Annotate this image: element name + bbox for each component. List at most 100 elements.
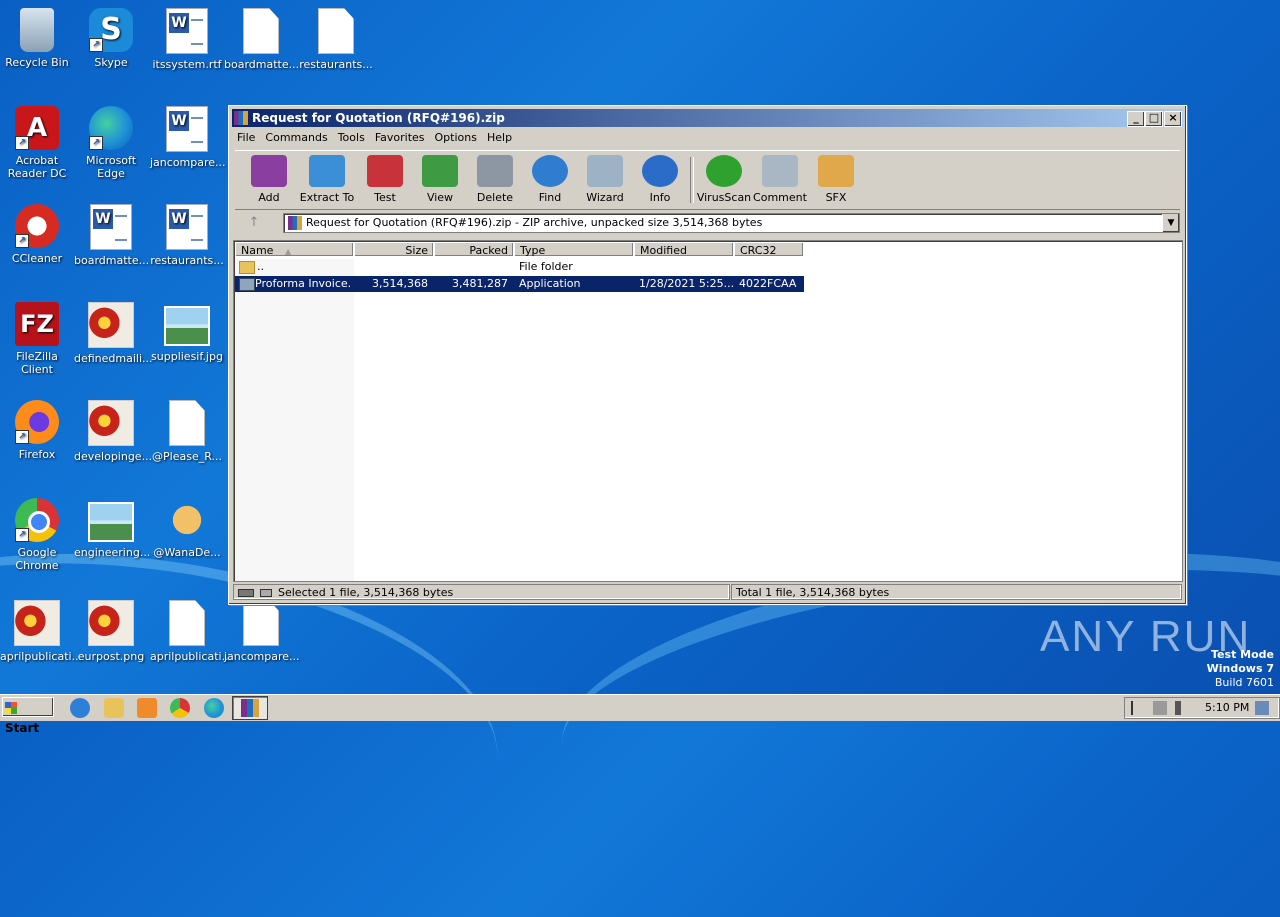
toolbar-label: Extract To	[299, 191, 355, 204]
file-explorer-icon[interactable]	[104, 698, 124, 718]
flower-image-icon	[88, 600, 134, 646]
toolbar-delete-button[interactable]: Delete	[467, 155, 523, 204]
toolbar-sfx-button[interactable]: SFX	[808, 155, 864, 204]
close-button[interactable]: ×	[1164, 111, 1182, 127]
desktop-icon-recycle-bin[interactable]: Recycle Bin	[0, 8, 74, 69]
desktop-icon-skype[interactable]: S ↗ Skype	[74, 8, 148, 69]
desktop-icon-label: Microsoft Edge	[85, 154, 137, 180]
desktop-icon-boardmatte-2[interactable]: boardmatte...	[74, 204, 149, 267]
firefox-icon: ↗	[15, 400, 59, 444]
key-icon	[260, 589, 272, 597]
desktop-icon-restaurants[interactable]: restaurants...	[299, 8, 373, 71]
toolbar-test-button[interactable]: Test	[357, 155, 413, 204]
desktop-icon-suppliesif[interactable]: suppliesif.jpg	[150, 302, 224, 363]
toolbar-view-button[interactable]: View	[412, 155, 468, 204]
desktop-icon-label: Acrobat Reader DC	[7, 154, 67, 180]
desktop-icon-label: engineering...	[74, 546, 151, 559]
desktop-icon-eurpost[interactable]: eurpost.png	[74, 600, 148, 663]
name-column-shade	[235, 259, 354, 581]
desktop-icon-please-r[interactable]: @Please_R...	[150, 400, 224, 463]
title-bar[interactable]: Request for Quotation (RFQ#196).zip _ □ …	[232, 109, 1183, 127]
toolbar-label: View	[426, 191, 454, 204]
toolbar-label: SFX	[825, 191, 847, 204]
network-icon[interactable]	[1153, 701, 1167, 715]
column-header-crc32[interactable]: CRC32	[734, 242, 804, 257]
desktop-icon-label: @WanaDe...	[153, 546, 221, 559]
desktop-icon-chrome[interactable]: ↗ Google Chrome	[0, 498, 74, 572]
column-header-packed[interactable]: Packed	[434, 242, 514, 257]
maximize-button[interactable]: □	[1145, 111, 1163, 127]
menu-tools[interactable]: Tools	[333, 129, 370, 146]
desktop-icon-developinge[interactable]: developinge...	[74, 400, 152, 463]
winrar-taskbar-button[interactable]	[232, 696, 268, 720]
desktop-icon-label: CCleaner	[11, 252, 63, 265]
toolbar-virusscan-button[interactable]: VirusScan	[696, 155, 752, 204]
desktop-icon-acrobat[interactable]: A ↗ Acrobat Reader DC	[0, 106, 74, 180]
toolbar-wizard-button[interactable]: Wizard	[577, 155, 633, 204]
menu-bar: File Commands Tools Favorites Options Help	[232, 129, 1183, 147]
menu-favorites[interactable]: Favorites	[370, 129, 430, 146]
address-dropdown-button[interactable]: ▼	[1162, 214, 1179, 232]
column-header-name[interactable]: Name ▲	[235, 242, 354, 257]
flag-icon[interactable]	[1131, 701, 1147, 715]
status-total-text: Total 1 file, 3,514,368 bytes	[736, 586, 890, 599]
desktop-icon-ccleaner[interactable]: ↗ CCleaner	[0, 204, 74, 265]
speaker-icon[interactable]	[1175, 701, 1195, 715]
cell-modified: 1/28/2021 5:25...	[639, 277, 733, 290]
desktop-icon-wanade[interactable]: @WanaDe...	[150, 498, 224, 559]
chrome-taskbar-icon[interactable]	[170, 698, 190, 718]
desktop-icon-jancompare-2[interactable]: jancompare...	[224, 600, 300, 663]
clock[interactable]: 5:10 PM	[1205, 698, 1249, 718]
toolbar-comment-button[interactable]: Comment	[752, 155, 808, 204]
comment-icon	[762, 155, 798, 187]
desktop-icon-restaurants-2[interactable]: restaurants...	[150, 204, 224, 267]
desktop-icon-filezilla[interactable]: FZ FileZilla Client	[0, 302, 74, 376]
recycle-bin-icon	[20, 8, 54, 52]
desktop-icon-edge[interactable]: ↗ Microsoft Edge	[74, 106, 148, 180]
desktop-icon-firefox[interactable]: ↗ Firefox	[0, 400, 74, 461]
trash-icon	[477, 155, 513, 187]
internet-explorer-icon[interactable]	[70, 698, 90, 718]
column-header-type[interactable]: Type	[514, 242, 634, 257]
toolbar-label: Test	[374, 191, 396, 204]
menu-file[interactable]: File	[232, 129, 260, 146]
menu-options[interactable]: Options	[430, 129, 482, 146]
table-row-parent-folder[interactable]: .. File folder	[235, 259, 1181, 275]
desktop-icon-itssystem[interactable]: itssystem.rtf	[150, 8, 224, 71]
blank-document-icon	[318, 8, 354, 54]
column-header-modified[interactable]: Modified	[634, 242, 734, 257]
text-document-icon	[169, 400, 205, 446]
status-selected: Selected 1 file, 3,514,368 bytes	[233, 584, 730, 600]
media-player-icon[interactable]	[137, 698, 157, 718]
up-one-level-button[interactable]: ↑	[239, 214, 269, 232]
desktop-icon-engineering[interactable]: engineering...	[74, 498, 151, 559]
toolbar-label: Wizard	[586, 191, 624, 204]
table-row-proforma-invoice[interactable]: Proforma Invoice... 3,514,368 3,481,287 …	[235, 276, 804, 292]
desktop-icon-label: jancompare...	[224, 650, 300, 663]
column-header-size[interactable]: Size	[354, 242, 434, 257]
start-button[interactable]: Start	[2, 697, 54, 735]
desktop-icon-boardmatte[interactable]: boardmatte...	[224, 8, 299, 71]
menu-commands[interactable]: Commands	[260, 129, 332, 146]
menu-help[interactable]: Help	[482, 129, 517, 146]
toolbar-find-button[interactable]: Find	[522, 155, 578, 204]
address-combobox[interactable]: Request for Quotation (RFQ#196).zip - ZI…	[283, 213, 1180, 233]
cell-crc32: 4022FCAA	[739, 277, 797, 290]
virus-icon	[706, 155, 742, 187]
flower-image-icon	[88, 302, 134, 348]
desktop-icon-label: aprilpublicati...	[150, 650, 233, 663]
desktop-icon-aprilpublicati[interactable]: aprilpublicati...	[0, 600, 82, 663]
toolbar-extract-button[interactable]: Extract To	[299, 155, 355, 204]
minimize-button[interactable]: _	[1127, 111, 1145, 127]
edge-taskbar-icon[interactable]	[204, 698, 224, 718]
desktop-icon-label: FileZilla Client	[16, 350, 58, 376]
desktop-icon-aprilpublicati-2[interactable]: aprilpublicati...	[150, 600, 233, 663]
toolbar-info-button[interactable]: Info	[632, 155, 688, 204]
desktop-icon-jancompare[interactable]: jancompare...	[150, 106, 226, 169]
show-desktop-icon[interactable]	[1255, 701, 1269, 715]
desktop-icon-definedmaili[interactable]: definedmaili...	[74, 302, 153, 365]
landscape-image-icon	[164, 306, 210, 346]
handshake-icon	[165, 498, 209, 542]
winrar-icon	[241, 699, 259, 717]
toolbar-add-button[interactable]: Add	[241, 155, 297, 204]
